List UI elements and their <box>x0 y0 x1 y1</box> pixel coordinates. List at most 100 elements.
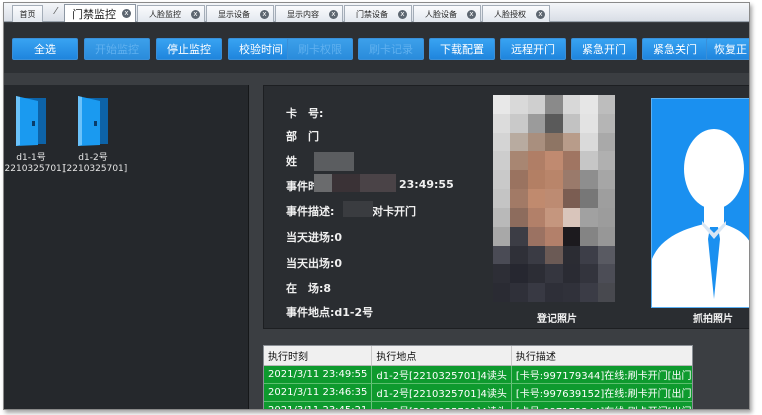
event-desc-value: 对卡开门 <box>372 205 416 218</box>
table-row[interactable]: 2021/3/11 23:49:55 d1-2号[2210325701]4读头 … <box>264 365 692 384</box>
name-label: 姓 <box>286 155 297 168</box>
tab-label: 显示内容 <box>287 9 319 19</box>
mosaic-tile <box>597 207 615 227</box>
mosaic-tile <box>545 283 563 302</box>
select-all-button[interactable]: 全选 <box>12 38 78 60</box>
mosaic-tile <box>493 245 511 265</box>
captured-photo-caption: 抓拍照片 <box>693 314 733 325</box>
log-description: [卡号:997639152]在线:刷卡开门[出门] <box>511 383 692 402</box>
remote-open-button[interactable]: 远程开门 <box>500 38 566 60</box>
log-location: d1-2号[2210325701]4读头 <box>371 383 512 402</box>
tab-home[interactable]: 首页 <box>12 5 43 22</box>
person-avatar-icon <box>652 129 749 307</box>
column-header-description[interactable]: 执行描述 <box>511 346 692 366</box>
tab-home-label: 首页 <box>19 9 36 19</box>
mosaic-tile <box>510 132 528 152</box>
mosaic-tile <box>597 283 615 302</box>
restore-button[interactable]: 恢复正 <box>706 38 749 60</box>
mosaic-tile <box>527 264 546 284</box>
mosaic-tile <box>580 113 598 133</box>
mosaic-tile <box>527 189 546 208</box>
out-today-value: 0 <box>334 257 343 270</box>
emergency-close-button[interactable]: 紧急关门 <box>642 38 708 60</box>
device-item[interactable]: d1-1号 [2210325701] <box>3 95 66 175</box>
door-icon <box>74 95 112 147</box>
tab-face-monitor[interactable]: 人脸监控 x <box>137 5 205 22</box>
mosaic-tile <box>545 170 563 190</box>
mosaic-tile <box>580 170 598 190</box>
mosaic-tile <box>580 264 598 284</box>
tab-face-auth[interactable]: 人脸授权 x <box>482 5 550 22</box>
log-header-row: 执行时刻 执行地点 执行描述 <box>264 346 692 366</box>
mosaic-tile <box>580 151 598 171</box>
table-row[interactable]: 2021/3/11 23:46:35 d1-2号[2210325701]4读头 … <box>264 383 692 402</box>
device-serial: [2210325701] <box>3 164 66 174</box>
present-row: 在 场:8 <box>286 280 331 296</box>
stop-monitor-button[interactable]: 停止监控 <box>156 38 222 60</box>
table-row[interactable]: 2021/3/11 23:45:21 d1-2号[2210325701]4读头 … <box>264 401 692 409</box>
mosaic-tile <box>527 283 546 302</box>
tab-access-device[interactable]: 门禁设备 x <box>344 5 412 22</box>
device-serial: [2210325701] <box>63 164 128 174</box>
mosaic-tile <box>527 226 546 246</box>
card-permission-button[interactable]: 刷卡权限 <box>287 38 353 60</box>
mosaic-tile <box>493 95 511 114</box>
mosaic-tile <box>562 170 581 190</box>
device-name: d1-2号 <box>78 153 108 163</box>
column-header-time[interactable]: 执行时刻 <box>264 346 373 366</box>
log-description: [卡号:997179344]在线:刷卡开门[出门] <box>511 401 692 409</box>
mosaic-tile <box>545 151 563 171</box>
tab-label: 门禁监控 <box>72 7 116 21</box>
close-icon[interactable]: x <box>122 9 131 18</box>
event-desc-label: 事件描述: <box>286 205 335 218</box>
close-icon[interactable]: x <box>398 9 407 19</box>
mosaic-tile <box>545 245 563 265</box>
tab-display-content[interactable]: 显示内容 x <box>275 5 343 22</box>
tab-label: 人脸监控 <box>149 9 181 19</box>
mosaic-tile <box>545 113 563 133</box>
redacted-block <box>360 174 396 192</box>
mosaic-tile <box>580 189 598 208</box>
location-value: d1-2号 <box>334 306 374 319</box>
tab-face-device[interactable]: 人脸设备 x <box>413 5 481 22</box>
download-config-button[interactable]: 下载配置 <box>429 38 495 60</box>
mosaic-tile <box>510 113 528 133</box>
card-records-button[interactable]: 刷卡记录 <box>358 38 424 60</box>
redacted-block <box>332 174 360 192</box>
tab-access-monitor[interactable]: 门禁监控 x <box>64 4 136 22</box>
tab-label: 人脸设备 <box>425 9 457 19</box>
mosaic-tile <box>562 132 581 152</box>
mosaic-tile <box>493 170 511 190</box>
redacted-name <box>314 152 354 171</box>
present-label: 在 场: <box>286 282 324 295</box>
column-header-location[interactable]: 执行地点 <box>371 346 512 366</box>
mosaic-tile <box>493 132 511 152</box>
start-monitor-button[interactable]: 开始监控 <box>84 38 150 60</box>
location-row: 事件地点:d1-2号 <box>286 304 373 320</box>
tab-display-device[interactable]: 显示设备 x <box>206 5 274 22</box>
device-item[interactable]: d1-2号 [2210325701] <box>63 95 128 175</box>
mosaic-tile <box>527 207 546 227</box>
close-icon[interactable]: x <box>191 9 200 19</box>
close-icon[interactable]: x <box>467 9 476 19</box>
mosaic-tile <box>527 151 546 171</box>
mosaic-tile <box>597 95 615 114</box>
mosaic-tile <box>493 189 511 208</box>
redacted-block <box>314 174 332 192</box>
close-icon[interactable]: x <box>329 9 338 19</box>
mosaic-tile <box>545 226 563 246</box>
mosaic-tile <box>493 151 511 171</box>
close-icon[interactable]: x <box>260 9 269 19</box>
mosaic-tile <box>562 245 581 265</box>
mosaic-tile <box>527 132 546 152</box>
mosaic-tile <box>493 283 511 302</box>
close-icon[interactable]: x <box>536 9 545 19</box>
mosaic-tile <box>562 151 581 171</box>
sync-time-button[interactable]: 校验时间 <box>228 38 294 60</box>
log-time: 2021/3/11 23:49:55 <box>264 365 373 384</box>
mosaic-tile <box>597 189 615 208</box>
mosaic-tile <box>562 95 581 114</box>
mosaic-tile <box>510 226 528 246</box>
emergency-open-button[interactable]: 紧急开门 <box>571 38 637 60</box>
mosaic-tile <box>510 170 528 190</box>
